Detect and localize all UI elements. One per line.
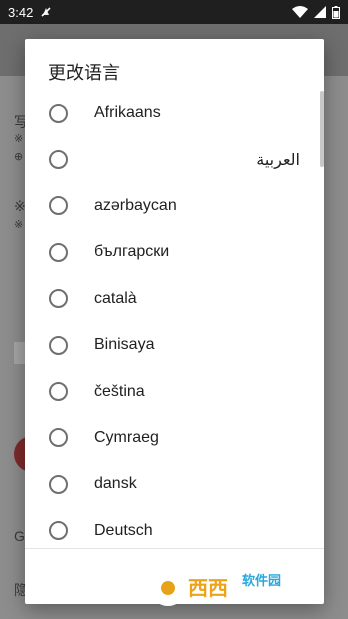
language-option[interactable]: Deutsch (25, 508, 324, 554)
language-dialog: 更改语言 Afrikaans العربية azərbaycan българ… (25, 39, 324, 604)
watermark-label: 软件园 (242, 573, 281, 589)
language-option[interactable]: dansk (25, 461, 324, 507)
radio-button-icon[interactable] (49, 150, 68, 170)
radio-button-icon[interactable] (49, 382, 68, 402)
status-bar: 3:42 (0, 0, 348, 24)
battery-icon (332, 5, 340, 19)
language-option[interactable]: čeština (25, 368, 324, 414)
language-label: azərbaycan (94, 196, 177, 214)
radio-button-icon[interactable] (49, 521, 68, 541)
language-label: čeština (94, 382, 145, 400)
dialog-divider (25, 548, 324, 549)
language-label: català (94, 289, 137, 307)
wifi-icon (292, 6, 308, 18)
language-option[interactable]: Binisaya (25, 322, 324, 368)
radio-button-icon[interactable] (49, 103, 68, 123)
bg-text: ※ (14, 198, 26, 214)
radio-button-icon[interactable] (49, 474, 68, 494)
language-option[interactable]: català (25, 276, 324, 322)
watermark-site: CR173.COM (242, 593, 299, 604)
language-option[interactable]: Afrikaans (25, 90, 324, 136)
radio-button-icon[interactable] (49, 196, 68, 216)
language-option[interactable]: български (25, 229, 324, 275)
radio-button-icon[interactable] (49, 242, 68, 262)
dialog-title: 更改语言 (48, 63, 120, 84)
notifications-off-icon (41, 7, 51, 17)
status-time: 3:42 (8, 4, 34, 20)
language-list: Afrikaans العربية azərbaycan български c… (25, 90, 324, 554)
language-option[interactable]: العربية (25, 136, 324, 182)
radio-button-icon[interactable] (49, 289, 68, 309)
bg-text: ※ (14, 133, 24, 145)
signal-icon (314, 6, 326, 18)
language-option[interactable]: azərbaycan (25, 183, 324, 229)
language-label: Afrikaans (94, 104, 161, 122)
language-option[interactable]: Cymraeg (25, 415, 324, 461)
radio-button-icon[interactable] (49, 428, 68, 448)
language-label: dansk (94, 475, 137, 493)
radio-button-icon[interactable] (49, 335, 68, 355)
language-label: български (94, 243, 170, 261)
bg-text: G (14, 528, 25, 544)
language-label: العربية (256, 151, 300, 169)
language-label: Deutsch (94, 521, 153, 539)
bg-text: ※ (14, 219, 24, 231)
language-label: Binisaya (94, 336, 155, 354)
bg-text: ⊕ (14, 151, 24, 163)
scrollbar[interactable] (320, 91, 324, 167)
watermark-logo: 西西 软件园 CR173.COM (150, 570, 299, 606)
watermark-brand: 西西 (188, 576, 228, 600)
language-label: Cymraeg (94, 428, 159, 446)
